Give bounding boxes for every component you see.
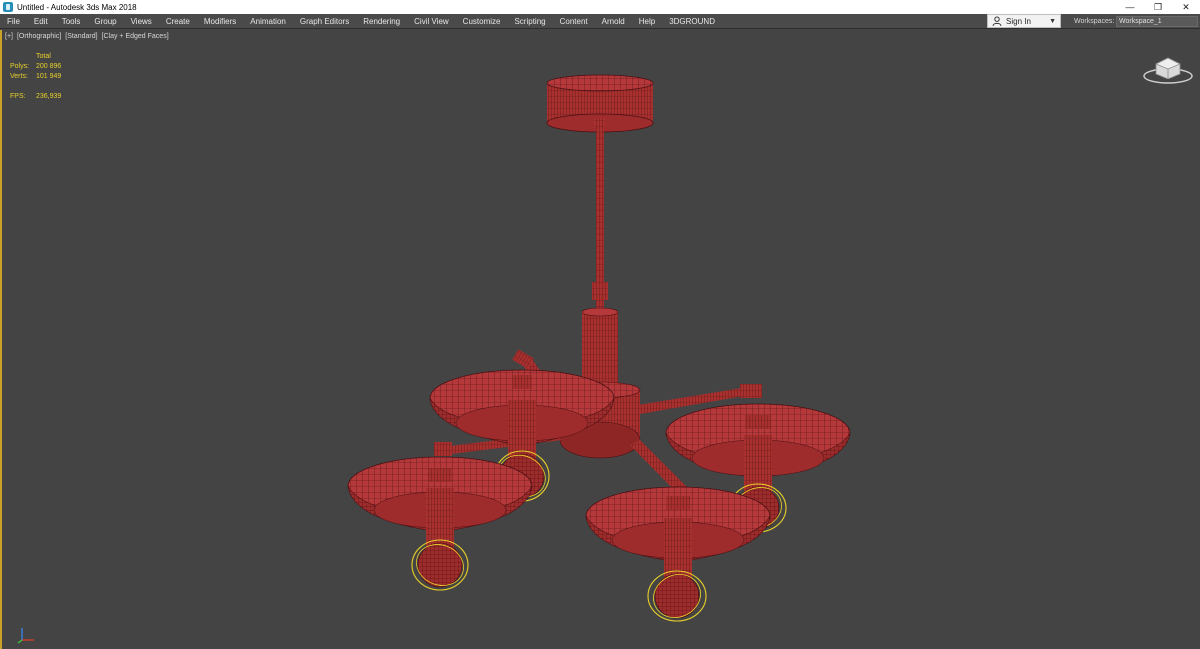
menu-group[interactable]: Group: [87, 14, 123, 29]
hanging-rod: [592, 118, 608, 312]
workspaces-label: Workspaces:: [1074, 18, 1115, 25]
menu-civil-view[interactable]: Civil View: [407, 14, 456, 29]
viewcube-icon[interactable]: [1142, 52, 1194, 86]
menu-help[interactable]: Help: [632, 14, 662, 29]
menu-create[interactable]: Create: [159, 14, 197, 29]
lamp-left: [347, 456, 533, 591]
workspace-select[interactable]: Workspace_1: [1116, 16, 1198, 27]
user-icon: [991, 15, 1003, 27]
menu-3dground[interactable]: 3DGROUND: [662, 14, 722, 29]
window-controls: — ❐ ✕: [1116, 0, 1200, 14]
menu-edit[interactable]: Edit: [27, 14, 55, 29]
close-button[interactable]: ✕: [1172, 0, 1200, 14]
menu-modifiers[interactable]: Modifiers: [197, 14, 243, 29]
menu-customize[interactable]: Customize: [456, 14, 508, 29]
window-title: Untitled - Autodesk 3ds Max 2018: [17, 2, 137, 12]
menu-file[interactable]: File: [0, 14, 27, 29]
menu-arnold[interactable]: Arnold: [595, 14, 632, 29]
menu-content[interactable]: Content: [553, 14, 595, 29]
sign-in-label: Sign In: [1006, 16, 1031, 26]
menu-graph-editors[interactable]: Graph Editors: [293, 14, 356, 29]
axis-tripod-icon: [17, 628, 34, 644]
menu-views[interactable]: Views: [124, 14, 159, 29]
restore-button[interactable]: ❐: [1144, 0, 1172, 14]
perspective-viewport[interactable]: [+] [Orthographic] [Standard] [Clay + Ed…: [0, 30, 1200, 649]
chandelier-model[interactable]: [2, 30, 1200, 649]
3dsmax-app-icon[interactable]: [3, 2, 13, 12]
menu-animation[interactable]: Animation: [243, 14, 293, 29]
sign-in-dropdown[interactable]: Sign In ▼: [987, 14, 1061, 28]
chevron-down-icon: ▼: [1049, 17, 1056, 25]
lamp-front: [585, 486, 771, 622]
title-bar: Untitled - Autodesk 3ds Max 2018 — ❐ ✕: [0, 0, 1200, 14]
minimize-button[interactable]: —: [1116, 0, 1144, 14]
menu-rendering[interactable]: Rendering: [356, 14, 407, 29]
menu-scripting[interactable]: Scripting: [507, 14, 552, 29]
menu-tools[interactable]: Tools: [55, 14, 88, 29]
